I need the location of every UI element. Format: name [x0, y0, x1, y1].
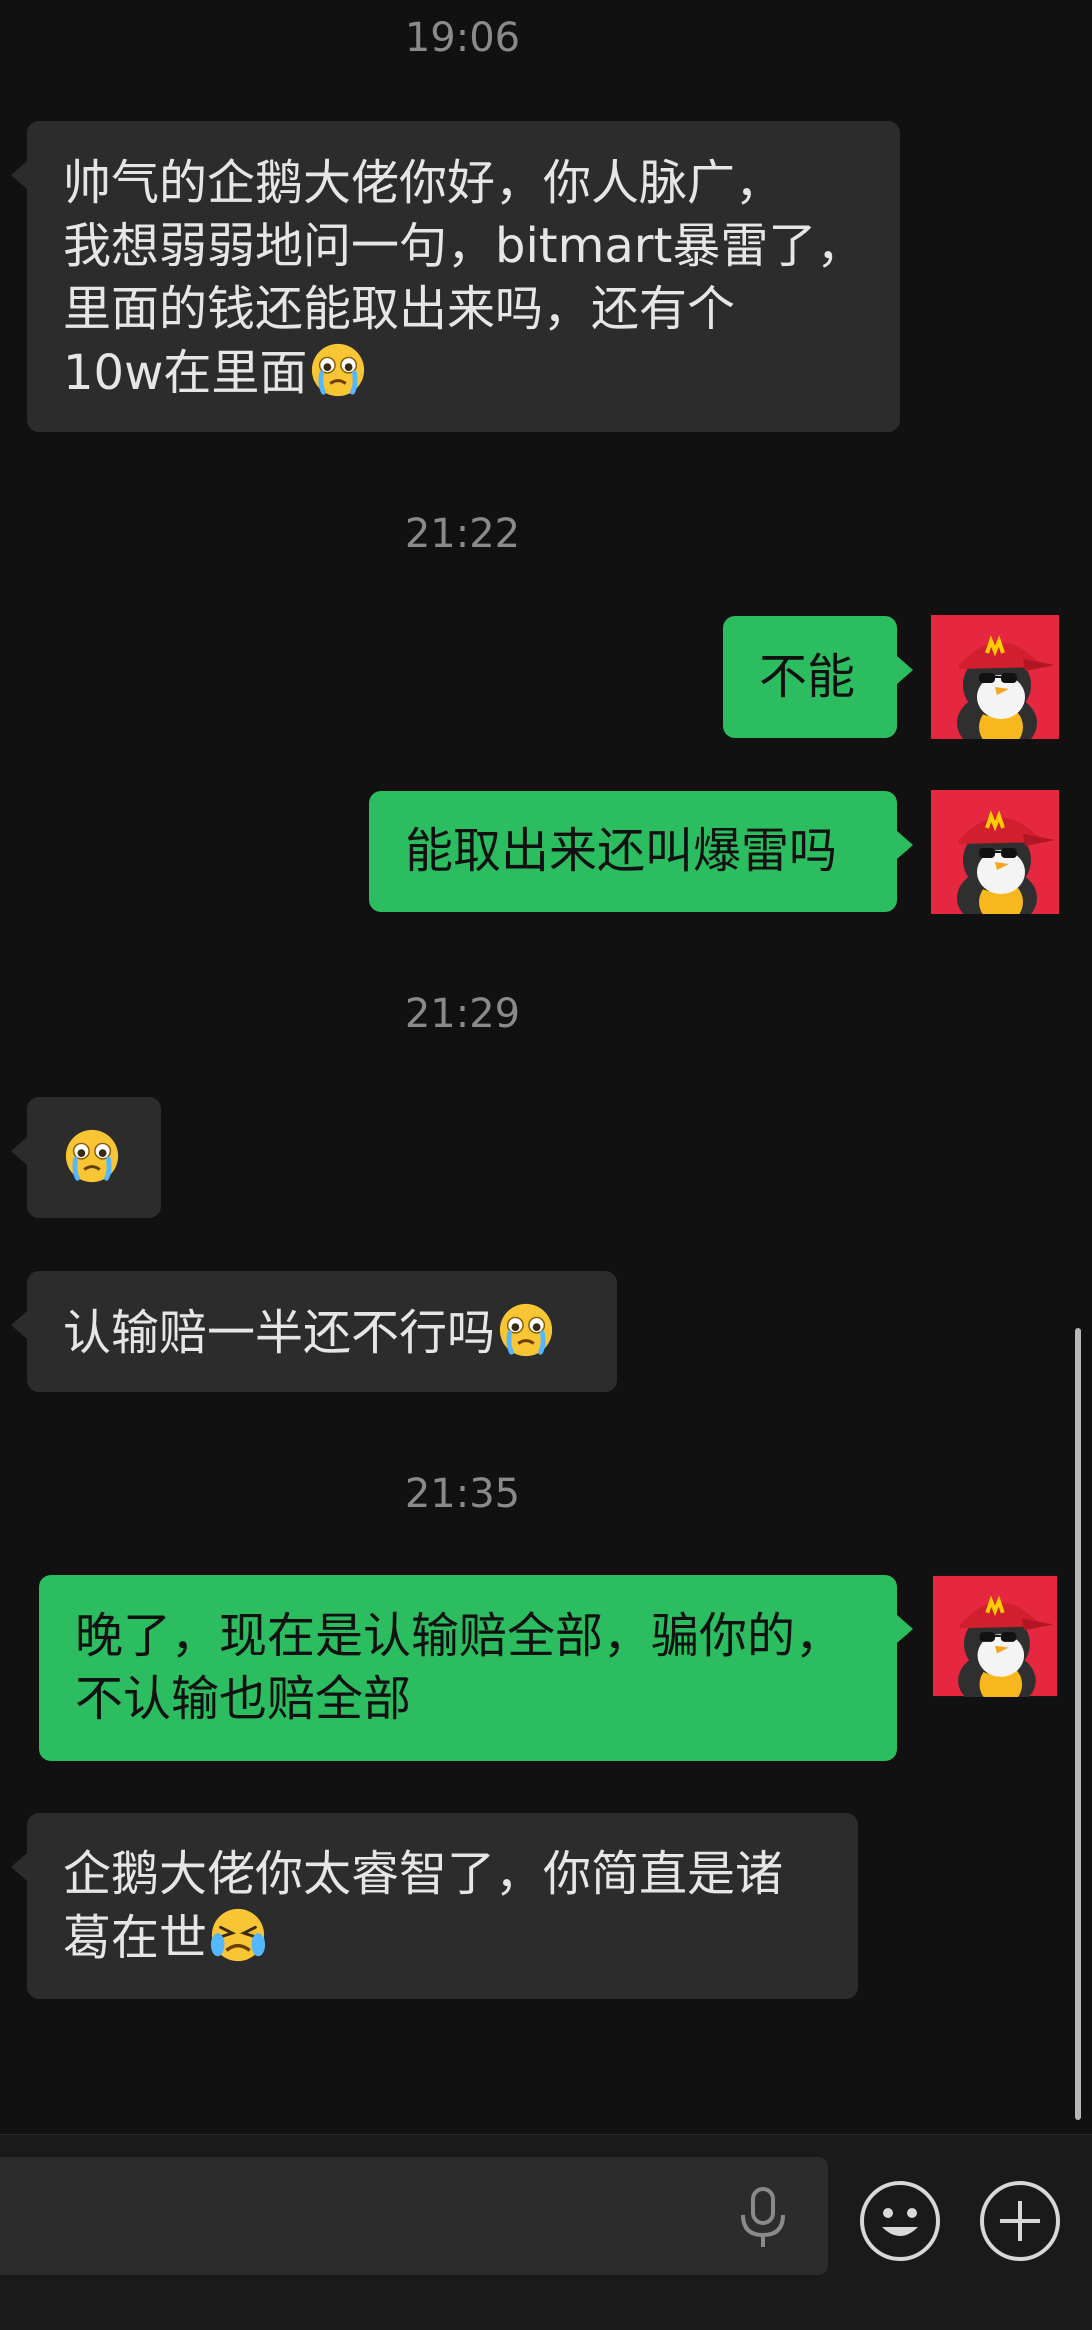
message-line: 我想弱弱地问一句，bitmart暴雷了，: [63, 218, 865, 274]
message-line: 葛在世: [63, 1906, 858, 1970]
message-line: 企鹅大佬你太睿智了，你简直是诸: [63, 1846, 784, 1902]
crying-face-emoji-icon: [497, 1301, 555, 1359]
message-line: 不能: [759, 649, 856, 705]
microphone-icon[interactable]: [733, 2185, 793, 2249]
message-line: 里面的钱还能取出来吗，还有个: [63, 281, 736, 337]
message-line: 认输赔一半还不行吗: [63, 1301, 617, 1365]
message-line: 不认输也赔全部: [75, 1671, 412, 1727]
message-line: 帅气的企鹅大佬你好，你人脉广，: [63, 155, 784, 211]
outgoing-message-bubble[interactable]: 晚了，现在是认输赔全部，骗你的， 不认输也赔全部: [39, 1575, 913, 1761]
timestamp: 21:35: [404, 1471, 521, 1517]
incoming-message-bubble[interactable]: 帅气的企鹅大佬你好，你人脉广， 我想弱弱地问一句，bitmart暴雷了， 里面的…: [11, 121, 900, 432]
incoming-message-bubble[interactable]: [11, 1097, 161, 1218]
penguin-avatar-icon[interactable]: [931, 790, 1059, 914]
timestamp: 21:22: [404, 511, 521, 557]
emoji-icon[interactable]: [858, 2179, 942, 2263]
plus-icon[interactable]: [978, 2179, 1062, 2263]
outgoing-message-bubble[interactable]: 能取出来还叫爆雷吗: [369, 791, 913, 912]
message-line: 晚了，现在是认输赔全部，骗你的，: [75, 1608, 844, 1664]
input-bar: [0, 2134, 1092, 2330]
sobbing-face-emoji-icon: [209, 1907, 267, 1963]
scrollbar[interactable]: [1075, 1328, 1081, 2120]
penguin-avatar-icon[interactable]: [933, 1575, 1057, 1697]
penguin-avatar-icon[interactable]: [931, 615, 1059, 739]
message-line: 能取出来还叫爆雷吗: [405, 823, 838, 879]
incoming-message-bubble[interactable]: 企鹅大佬你太睿智了，你简直是诸 葛在世: [11, 1813, 858, 1999]
message-line: 10w在里面: [63, 341, 900, 405]
timestamp: 19:06: [404, 15, 521, 61]
timestamp: 21:29: [404, 991, 521, 1037]
crying-face-emoji-icon: [63, 1127, 121, 1185]
outgoing-message-bubble[interactable]: 不能: [723, 616, 913, 738]
incoming-message-bubble[interactable]: 认输赔一半还不行吗: [11, 1271, 617, 1392]
message-input[interactable]: [0, 2157, 828, 2275]
message-line: [63, 1127, 161, 1191]
crying-face-emoji-icon: [309, 341, 367, 399]
